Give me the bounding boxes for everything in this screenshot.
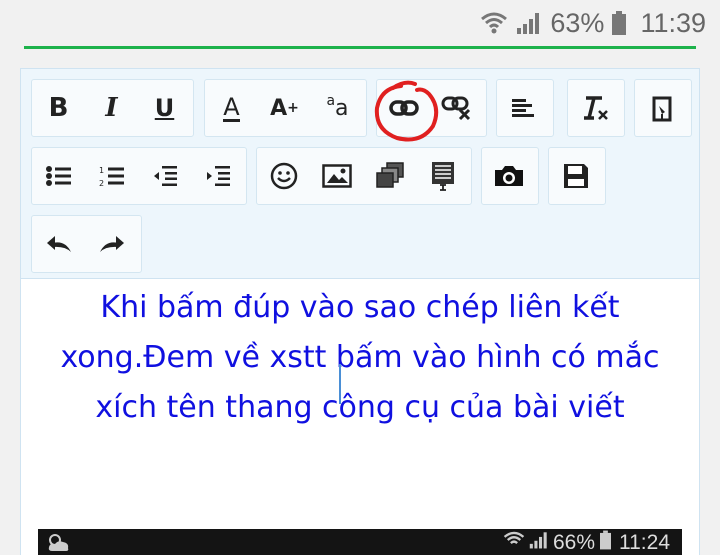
emoji-button[interactable]	[257, 148, 310, 204]
battery-icon	[600, 530, 611, 555]
battery-percent: 66%	[552, 531, 595, 554]
camera-group	[481, 147, 539, 205]
redo-icon	[99, 236, 124, 252]
battery-percent: 63%	[550, 7, 605, 38]
paste-format-button[interactable]	[635, 80, 688, 136]
source-group	[634, 79, 692, 137]
bullet-list-icon	[45, 166, 71, 186]
signal-icon	[516, 11, 542, 35]
undo-icon	[46, 236, 71, 252]
remove-format-icon	[583, 96, 608, 120]
numbered-list-button[interactable]: 12	[85, 148, 138, 204]
content-line: Khi bấm đúp vào sao chép liên kết	[100, 290, 620, 325]
status-bar: 63% 11:39	[0, 0, 720, 46]
clipboard-icon	[652, 96, 671, 122]
clock: 11:39	[640, 7, 706, 38]
redo-button[interactable]	[85, 216, 138, 272]
weather-icon	[46, 531, 72, 555]
floppy-disk-icon	[563, 164, 588, 188]
insert-image-button[interactable]	[310, 148, 363, 204]
clear-format-group	[567, 79, 625, 137]
embedded-screenshot: 66% 11:24	[38, 529, 682, 555]
bulleted-list-button[interactable]	[32, 148, 85, 204]
gallery-icon	[375, 162, 404, 188]
save-button[interactable]	[549, 148, 602, 204]
save-group	[548, 147, 606, 205]
text-style-group: B I U	[31, 79, 194, 137]
document-icon	[431, 162, 454, 191]
underline-button[interactable]: U	[138, 80, 191, 136]
editor-content[interactable]: Khi bấm đúp vào sao chép liên kết xong.Đ…	[21, 283, 699, 433]
bold-button[interactable]: B	[32, 80, 85, 136]
decrease-indent-button[interactable]	[138, 148, 191, 204]
undo-button[interactable]	[32, 216, 85, 272]
content-line: xong.Đem về xstt bấm vào hình có mắc	[60, 340, 660, 375]
clock: 11:24	[619, 531, 670, 554]
svg-text:2: 2	[99, 179, 104, 187]
gallery-button[interactable]	[363, 148, 416, 204]
image-icon	[321, 164, 352, 188]
indent-icon	[206, 166, 230, 186]
change-case-button[interactable]: aa	[311, 80, 364, 136]
font-color-button[interactable]: A	[205, 80, 258, 136]
italic-button[interactable]: I	[85, 80, 138, 136]
camera-button[interactable]	[482, 148, 535, 204]
remove-format-button[interactable]	[568, 80, 621, 136]
history-group	[31, 215, 142, 273]
insert-group	[256, 147, 472, 205]
signal-icon	[529, 530, 549, 555]
font-size-button[interactable]: A +	[258, 80, 311, 136]
link-icon	[388, 100, 419, 116]
link-group	[376, 79, 487, 137]
insert-template-button[interactable]	[416, 148, 469, 204]
list-group: 12	[31, 147, 247, 205]
smiley-icon	[270, 162, 297, 190]
rich-text-editor: B I U A A + aa 1 2 Khi bấm đúp vào sao c…	[20, 68, 700, 555]
unlink-icon	[441, 96, 470, 121]
camera-icon	[494, 166, 523, 186]
insert-link-button[interactable]	[377, 80, 430, 136]
svg-text:1: 1	[99, 166, 104, 175]
text-caret	[339, 364, 341, 404]
progress-line	[24, 46, 696, 49]
align-left-icon	[511, 99, 534, 117]
unlink-button[interactable]	[430, 80, 483, 136]
increase-indent-button[interactable]	[191, 148, 244, 204]
editor-toolbar: B I U A A + aa 1 2	[21, 69, 699, 279]
wifi-icon	[503, 530, 525, 555]
align-left-button[interactable]	[497, 80, 550, 136]
font-group: A A + aa	[204, 79, 367, 137]
outdent-icon	[153, 166, 177, 186]
align-group	[496, 79, 554, 137]
wifi-icon	[480, 11, 508, 35]
content-line: xích tên thang công cụ của bài viết	[95, 390, 625, 425]
numbered-list-icon: 12	[99, 166, 124, 187]
battery-icon	[612, 11, 627, 35]
